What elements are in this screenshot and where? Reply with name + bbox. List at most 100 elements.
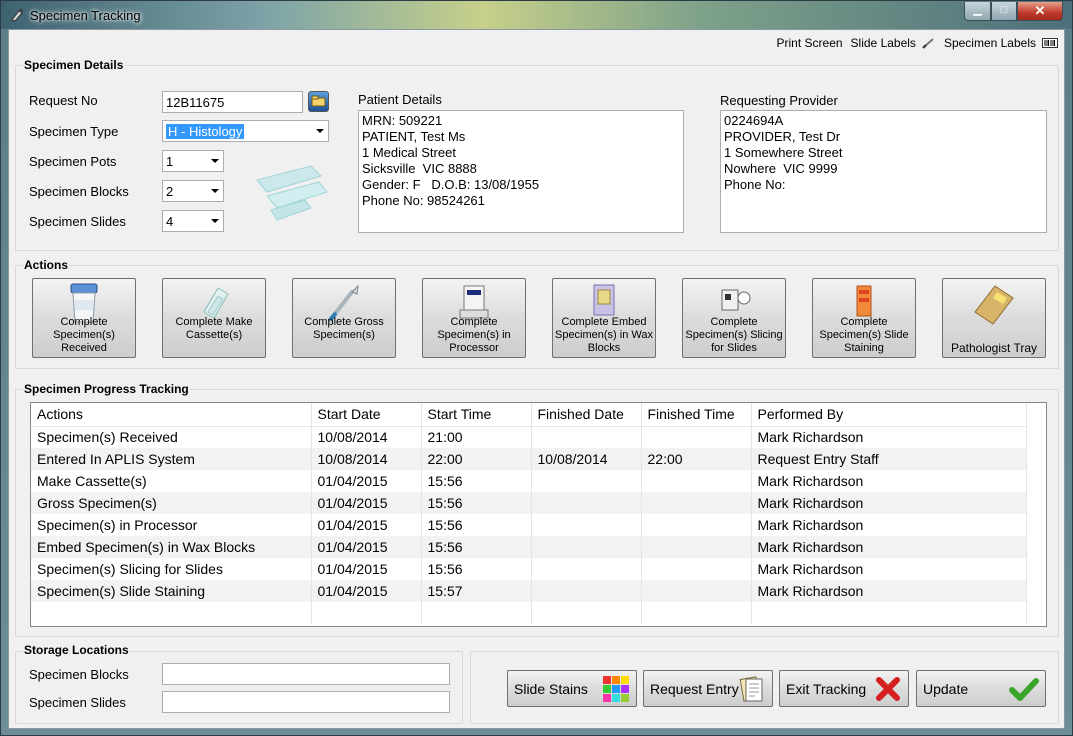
color-grid-icon: [603, 676, 629, 702]
cell-action: Specimen(s) Slicing for Slides: [31, 558, 312, 580]
column-header-start-time[interactable]: Start Time: [421, 403, 532, 427]
complete-embed-wax-blocks-button[interactable]: Complete Embed Specimen(s) in Wax Blocks: [552, 278, 656, 358]
table-row[interactable]: Entered In APLIS System 10/08/2014 22:00…: [31, 448, 1027, 470]
cell-finished-date: [531, 492, 642, 514]
table-row[interactable]: Specimen(s) Slide Staining 01/04/2015 15…: [31, 580, 1027, 602]
cell-finished-date: [531, 558, 642, 580]
print-screen-button[interactable]: Print Screen: [777, 36, 843, 50]
top-toolbar: Print Screen Slide Labels Specimen Label…: [769, 36, 1058, 50]
request-lookup-button[interactable]: [308, 91, 329, 112]
requesting-provider-label: Requesting Provider: [720, 93, 838, 108]
table-row[interactable]: Embed Specimen(s) in Wax Blocks 01/04/20…: [31, 536, 1027, 558]
specimen-slides-value: 4: [166, 214, 174, 229]
complete-specimens-received-label: Complete Specimen(s) Received: [53, 316, 115, 354]
column-header-start-date[interactable]: Start Date: [311, 403, 422, 427]
column-header-finished-time[interactable]: Finished Time: [641, 403, 752, 427]
storage-locations-title: Storage Locations: [23, 643, 130, 657]
storage-slides-label: Specimen Slides: [29, 695, 126, 710]
specimen-slides-select[interactable]: 4: [162, 210, 224, 232]
lookup-icon: [311, 95, 326, 107]
table-row[interactable]: Specimen(s) Slicing for Slides 01/04/201…: [31, 558, 1027, 580]
storage-locations-group: [15, 651, 463, 724]
exit-tracking-button[interactable]: Exit Tracking: [779, 670, 909, 707]
pathologist-tray-label: Pathologist Tray: [950, 341, 1038, 355]
update-label: Update: [923, 681, 969, 697]
patient-details-box[interactable]: MRN: 509221 PATIENT, Test Ms 1 Medical S…: [358, 110, 684, 233]
maximize-icon: □: [1000, 4, 1008, 16]
complete-embed-wax-blocks-label: Complete Embed Specimen(s) in Wax Blocks: [554, 316, 653, 354]
complete-make-cassettes-button[interactable]: Complete Make Cassette(s): [162, 278, 266, 358]
cell-start-date: 01/04/2015: [311, 492, 422, 514]
cell-finished-time: [641, 580, 752, 602]
requesting-provider-box[interactable]: 0224694A PROVIDER, Test Dr 1 Somewhere S…: [720, 110, 1047, 233]
specimen-slides-label: Specimen Slides: [29, 214, 126, 229]
cell-start-time: 15:56: [421, 514, 532, 536]
close-button[interactable]: ✕: [1017, 2, 1063, 21]
cell-performed-by: Mark Richardson: [751, 470, 1027, 492]
cell-action: Gross Specimen(s): [31, 492, 312, 514]
cell-finished-time: [641, 536, 752, 558]
complete-gross-specimens-button[interactable]: Complete Gross Specimen(s): [292, 278, 396, 358]
cell-performed-by: Mark Richardson: [751, 580, 1027, 602]
cell-action: Specimen(s) Received: [31, 426, 312, 448]
cell-start-time: 21:00: [421, 426, 532, 448]
request-no-field[interactable]: 12B11675: [162, 91, 303, 113]
request-entry-label: Request Entry: [650, 681, 739, 697]
cell-start-date: 10/08/2014: [311, 448, 422, 470]
storage-blocks-field[interactable]: [162, 663, 450, 685]
cell-finished-time: [641, 492, 752, 514]
specimen-type-select[interactable]: H - Histology: [162, 120, 329, 142]
specimen-type-label: Specimen Type: [29, 124, 119, 139]
column-header-finished-date[interactable]: Finished Date: [531, 403, 642, 427]
cell-start-time: 15:56: [421, 470, 532, 492]
cell-performed-by: Request Entry Staff: [751, 448, 1027, 470]
slide-stains-label: Slide Stains: [514, 681, 588, 697]
barcode-icon: [1042, 38, 1058, 48]
complete-slide-staining-label: Complete Specimen(s) Slide Staining: [819, 316, 909, 354]
title-bar[interactable]: Specimen Tracking ▁ □ ✕: [1, 1, 1072, 29]
slide-labels-label: Slide Labels: [850, 36, 916, 50]
cell-finished-date: 10/08/2014: [531, 448, 642, 470]
complete-slide-staining-button[interactable]: Complete Specimen(s) Slide Staining: [812, 278, 916, 358]
cell-finished-date: [531, 536, 642, 558]
specimen-labels-label: Specimen Labels: [943, 36, 1036, 50]
red-x-icon: [876, 677, 900, 701]
table-row[interactable]: Gross Specimen(s) 01/04/2015 15:56 Mark …: [31, 492, 1027, 514]
chevron-down-icon: [211, 219, 219, 223]
storage-slides-field[interactable]: [162, 691, 450, 713]
cell-performed-by: Mark Richardson: [751, 558, 1027, 580]
specimen-tracking-window: Specimen Tracking ▁ □ ✕ Print Screen Sli…: [0, 0, 1073, 736]
update-button[interactable]: Update: [916, 670, 1046, 707]
cell-finished-date: [531, 514, 642, 536]
request-entry-button[interactable]: Request Entry: [643, 670, 773, 707]
cell-action: Embed Specimen(s) in Wax Blocks: [31, 536, 312, 558]
table-row[interactable]: Specimen(s) in Processor 01/04/2015 15:5…: [31, 514, 1027, 536]
folder-tray-icon: [974, 285, 1014, 325]
cell-start-time: 15:57: [421, 580, 532, 602]
complete-slicing-for-slides-button[interactable]: Complete Specimen(s) Slicing for Slides: [682, 278, 786, 358]
checkmark-icon: [1009, 678, 1039, 701]
print-screen-label: Print Screen: [776, 36, 843, 50]
minimize-button[interactable]: ▁: [964, 2, 991, 21]
storage-blocks-label: Specimen Blocks: [29, 667, 129, 682]
table-row[interactable]: Specimen(s) Received 10/08/2014 21:00 Ma…: [31, 426, 1027, 448]
complete-slicing-for-slides-label: Complete Specimen(s) Slicing for Slides: [685, 316, 783, 354]
slide-labels-button[interactable]: Slide Labels: [851, 36, 936, 50]
cell-start-date: 01/04/2015: [311, 558, 422, 580]
specimen-blocks-select[interactable]: 2: [162, 180, 224, 202]
cell-action: Make Cassette(s): [31, 470, 312, 492]
complete-specimens-received-button[interactable]: Complete Specimen(s) Received: [32, 278, 136, 358]
specimen-pots-label: Specimen Pots: [29, 154, 117, 169]
complete-specimens-in-processor-button[interactable]: Complete Specimen(s) in Processor: [422, 278, 526, 358]
specimen-pots-select[interactable]: 1: [162, 150, 224, 172]
column-header-actions[interactable]: Actions: [31, 403, 312, 427]
table-row[interactable]: Make Cassette(s) 01/04/2015 15:56 Mark R…: [31, 470, 1027, 492]
client-area: Print Screen Slide Labels Specimen Label…: [8, 29, 1065, 729]
pathologist-tray-button[interactable]: Pathologist Tray: [942, 278, 1046, 358]
slide-stains-button[interactable]: Slide Stains: [507, 670, 637, 707]
specimen-blocks-value: 2: [166, 184, 174, 199]
maximize-button[interactable]: □: [991, 2, 1017, 21]
specimen-labels-button[interactable]: Specimen Labels: [944, 36, 1058, 50]
column-header-performed-by[interactable]: Performed By: [751, 403, 1027, 427]
progress-grid[interactable]: Actions Start Date Start Time Finished D…: [30, 402, 1047, 627]
